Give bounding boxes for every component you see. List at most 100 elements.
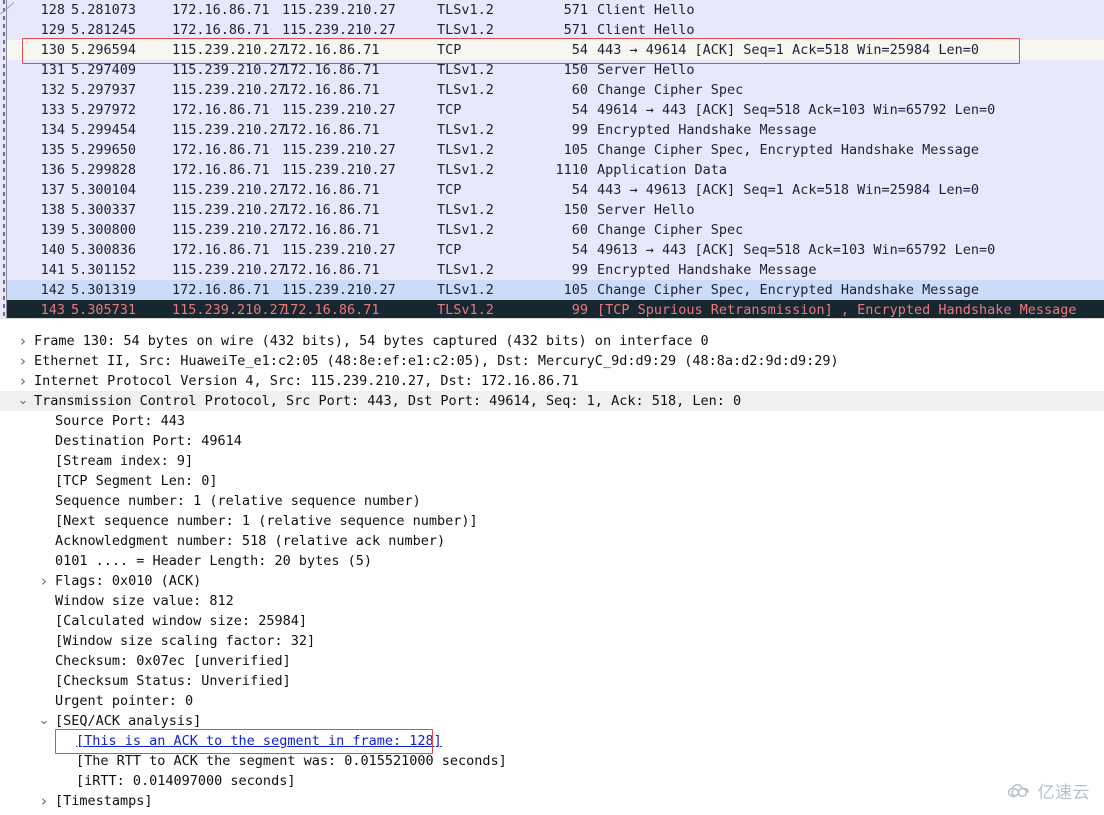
packet-info: Client Hello (597, 0, 695, 20)
detail-tree-row[interactable]: [Timestamps] (0, 791, 1104, 811)
packet-source: 115.239.210.27 (172, 200, 282, 220)
detail-tree-row[interactable]: [Window size scaling factor: 32] (0, 631, 1104, 651)
detail-tree-row[interactable]: Window size value: 812 (0, 591, 1104, 611)
detail-tree-row[interactable]: Frame 130: 54 bytes on wire (432 bits), … (0, 331, 1104, 351)
packet-row[interactable]: 1375.300104115.239.210.27172.16.86.71TCP… (7, 180, 1104, 200)
detail-row-label: [The RTT to ACK the segment was: 0.01552… (76, 751, 507, 771)
packet-row[interactable]: 1425.301319172.16.86.71115.239.210.27TLS… (7, 280, 1104, 300)
packet-info: Application Data (597, 160, 727, 180)
detail-tree-row[interactable]: [SEQ/ACK analysis] (0, 711, 1104, 731)
packet-row[interactable]: 1415.301152115.239.210.27172.16.86.71TLS… (7, 260, 1104, 280)
detail-tree-row[interactable]: Urgent pointer: 0 (0, 691, 1104, 711)
detail-tree-row[interactable]: Transmission Control Protocol, Src Port:… (0, 391, 1104, 411)
packet-protocol: TLSv1.2 (437, 60, 517, 80)
detail-tree-row[interactable]: Destination Port: 49614 (0, 431, 1104, 451)
packet-row[interactable]: 1365.299828172.16.86.71115.239.210.27TLS… (7, 160, 1104, 180)
packet-source: 115.239.210.27 (172, 220, 282, 240)
packet-time: 5.300104 (71, 180, 171, 200)
packet-row[interactable]: 1315.297409115.239.210.27172.16.86.71TLS… (7, 60, 1104, 80)
detail-tree-row[interactable]: [iRTT: 0.014097000 seconds] (0, 771, 1104, 791)
packet-row[interactable]: 1435.305731115.239.210.27172.16.86.71TLS… (7, 300, 1104, 318)
packet-info: Change Cipher Spec (597, 80, 743, 100)
packet-info: 49613 → 443 [ACK] Seq=518 Ack=103 Win=65… (597, 240, 995, 260)
packet-protocol: TCP (437, 180, 517, 200)
packet-row[interactable]: 1405.300836172.16.86.71115.239.210.27TCP… (7, 240, 1104, 260)
packet-row[interactable]: 1295.281245172.16.86.71115.239.210.27TLS… (7, 20, 1104, 40)
detail-tree-row[interactable]: [Checksum Status: Unverified] (0, 671, 1104, 691)
packet-list-pane[interactable]: 1285.281073172.16.86.71115.239.210.27TLS… (0, 0, 1104, 318)
packet-row[interactable]: 1385.300337115.239.210.27172.16.86.71TLS… (7, 200, 1104, 220)
packet-time: 5.305731 (71, 300, 171, 318)
packet-length: 99 (507, 300, 588, 318)
packet-length: 150 (507, 60, 588, 80)
detail-tree-row[interactable]: [The RTT to ACK the segment was: 0.01552… (0, 751, 1104, 771)
packet-protocol: TLSv1.2 (437, 160, 517, 180)
packet-no: 135 (15, 140, 65, 160)
detail-row-label: [TCP Segment Len: 0] (55, 471, 218, 491)
left-dashed-edge (3, 0, 5, 318)
packet-no: 138 (15, 200, 65, 220)
packet-source: 115.239.210.27 (172, 80, 282, 100)
packet-time: 5.301319 (71, 280, 171, 300)
packet-no: 133 (15, 100, 65, 120)
packet-info: 443 → 49613 [ACK] Seq=1 Ack=518 Win=2598… (597, 180, 979, 200)
chevron-right-icon[interactable] (37, 791, 51, 813)
detail-frame-link[interactable]: [This is an ACK to the segment in frame:… (76, 731, 442, 751)
packet-row[interactable]: 1355.299650172.16.86.71115.239.210.27TLS… (7, 140, 1104, 160)
detail-tree-row[interactable]: [Next sequence number: 1 (relative seque… (0, 511, 1104, 531)
chevron-down-icon[interactable] (16, 391, 30, 411)
packet-source: 172.16.86.71 (172, 280, 282, 300)
packet-info: 49614 → 443 [ACK] Seq=518 Ack=103 Win=65… (597, 100, 995, 120)
detail-tree-row[interactable]: Acknowledgment number: 518 (relative ack… (0, 531, 1104, 551)
detail-tree-row[interactable]: [Stream index: 9] (0, 451, 1104, 471)
detail-tree-row[interactable]: Sequence number: 1 (relative sequence nu… (0, 491, 1104, 511)
packet-source: 172.16.86.71 (172, 140, 282, 160)
chevron-right-icon[interactable] (16, 351, 30, 373)
packet-no: 142 (15, 280, 65, 300)
detail-row-label: Internet Protocol Version 4, Src: 115.23… (34, 371, 579, 391)
detail-tree-row[interactable]: 0101 .... = Header Length: 20 bytes (5) (0, 551, 1104, 571)
packet-row[interactable]: 1325.297937115.239.210.27172.16.86.71TLS… (7, 80, 1104, 100)
packet-length: 54 (507, 180, 588, 200)
packet-protocol: TLSv1.2 (437, 0, 517, 20)
detail-tree-row[interactable]: [This is an ACK to the segment in frame:… (0, 731, 1104, 751)
packet-row[interactable]: 1395.300800115.239.210.27172.16.86.71TLS… (7, 220, 1104, 240)
detail-tree-row[interactable]: [Calculated window size: 25984] (0, 611, 1104, 631)
chevron-right-icon[interactable] (37, 571, 51, 593)
packet-time: 5.301152 (71, 260, 171, 280)
packet-row[interactable]: 1335.297972172.16.86.71115.239.210.27TCP… (7, 100, 1104, 120)
packet-destination: 115.239.210.27 (282, 100, 432, 120)
packet-row[interactable]: 1345.299454115.239.210.27172.16.86.71TLS… (7, 120, 1104, 140)
packet-row[interactable]: 1285.281073172.16.86.71115.239.210.27TLS… (7, 0, 1104, 20)
wireshark-window: 1285.281073172.16.86.71115.239.210.27TLS… (0, 0, 1104, 815)
packet-time: 5.297972 (71, 100, 171, 120)
detail-tree-row[interactable]: Checksum: 0x07ec [unverified] (0, 651, 1104, 671)
packet-detail-pane[interactable]: Frame 130: 54 bytes on wire (432 bits), … (0, 331, 1104, 815)
packet-no: 137 (15, 180, 65, 200)
chevron-right-icon[interactable] (16, 371, 30, 393)
packet-no: 143 (15, 300, 65, 318)
detail-tree-row[interactable]: Ethernet II, Src: HuaweiTe_e1:c2:05 (48:… (0, 351, 1104, 371)
packet-destination: 172.16.86.71 (282, 300, 432, 318)
detail-tree-row[interactable]: [TCP Segment Len: 0] (0, 471, 1104, 491)
packet-no: 139 (15, 220, 65, 240)
packet-row[interactable]: 1305.296594115.239.210.27172.16.86.71TCP… (7, 40, 1104, 60)
packet-source: 172.16.86.71 (172, 100, 282, 120)
packet-destination: 115.239.210.27 (282, 140, 432, 160)
pane-splitter[interactable] (0, 318, 1104, 331)
detail-tree-row[interactable]: Internet Protocol Version 4, Src: 115.23… (0, 371, 1104, 391)
packet-time: 5.281073 (71, 0, 171, 20)
chevron-down-icon[interactable] (37, 711, 51, 731)
packet-time: 5.299828 (71, 160, 171, 180)
left-dashed-edge-lower (3, 318, 5, 334)
chevron-right-icon[interactable] (16, 331, 30, 353)
detail-tree-row[interactable]: Source Port: 443 (0, 411, 1104, 431)
detail-row-label: Ethernet II, Src: HuaweiTe_e1:c2:05 (48:… (34, 351, 839, 371)
packet-time: 5.300836 (71, 240, 171, 260)
pane-left-border (6, 0, 7, 318)
detail-tree-row[interactable]: Flags: 0x010 (ACK) (0, 571, 1104, 591)
packet-protocol: TLSv1.2 (437, 260, 517, 280)
packet-source: 115.239.210.27 (172, 40, 282, 60)
packet-info: 443 → 49614 [ACK] Seq=1 Ack=518 Win=2598… (597, 40, 979, 60)
packet-destination: 172.16.86.71 (282, 180, 432, 200)
